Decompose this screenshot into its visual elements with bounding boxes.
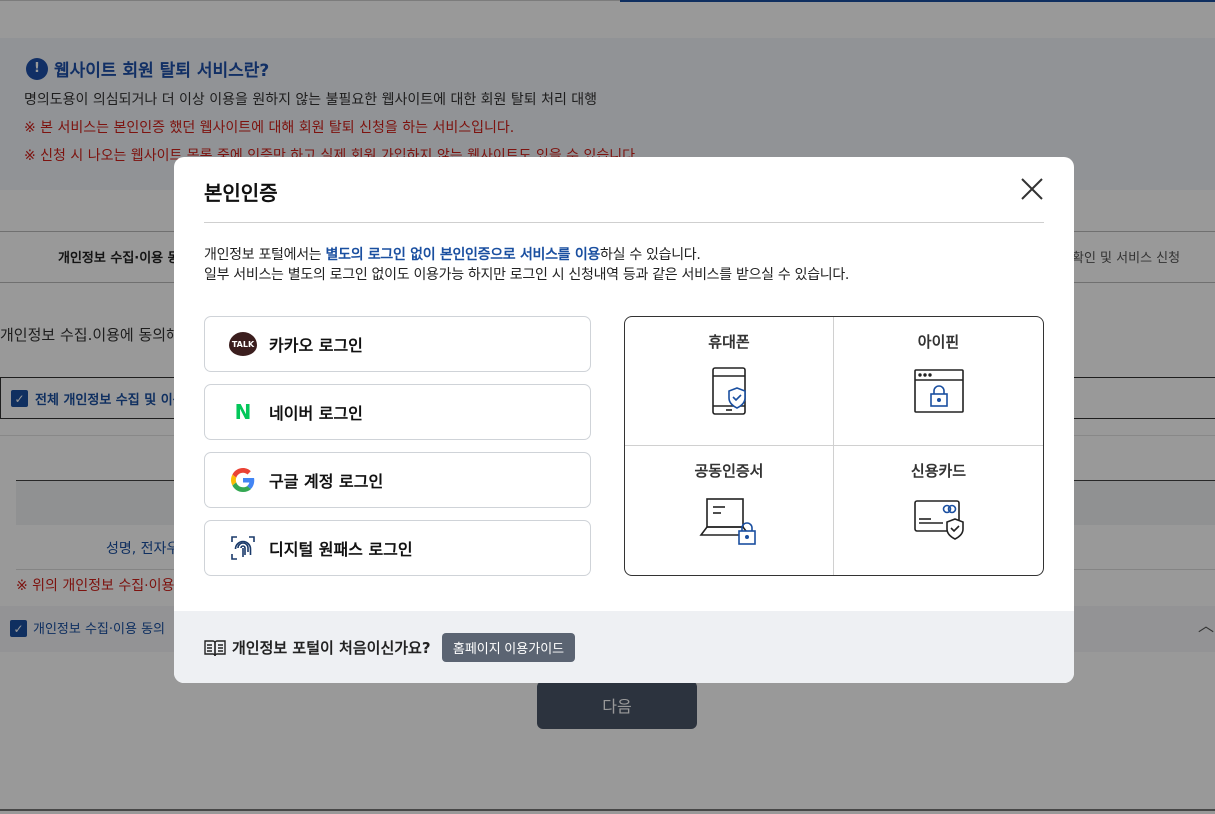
kakao-talk-icon: TALK (229, 332, 257, 356)
desc1-suffix: 하실 수 있습니다. (600, 247, 701, 263)
desc1-prefix: 개인정보 포털에서는 (204, 247, 326, 263)
auth-mobile-phone[interactable]: 휴대폰 (625, 317, 834, 446)
desc1-highlight: 별도의 로그인 없이 본인인증으로 서비스를 이용 (325, 247, 601, 263)
kakao-login-button[interactable]: TALK 카카오 로그인 (204, 316, 591, 372)
auth-method-grid: 휴대폰 아이핀 공동인증서 신용카드 (624, 316, 1044, 576)
auth-ipin-label: 아이핀 (917, 333, 960, 351)
auth-credit-card[interactable]: 신용카드 (834, 446, 1043, 575)
digital-onepass-login-label: 디지털 원패스 로그인 (269, 540, 413, 559)
footer-question: 개인정보 포털이 처음이신가요? (232, 639, 431, 657)
google-login-button[interactable]: 구글 계정 로그인 (204, 452, 591, 508)
auth-joint-certificate-label: 공동인증서 (694, 462, 764, 480)
kakao-login-label: 카카오 로그인 (269, 336, 363, 355)
auth-credit-card-label: 신용카드 (910, 462, 967, 480)
fingerprint-icon (229, 535, 257, 561)
auth-mobile-phone-label: 휴대폰 (708, 333, 750, 351)
naver-login-button[interactable]: N 네이버 로그인 (204, 384, 591, 440)
google-login-label: 구글 계정 로그인 (269, 472, 384, 491)
certificate-laptop-lock-icon (699, 498, 756, 545)
auth-ipin[interactable]: 아이핀 (834, 317, 1043, 446)
close-button[interactable] (1016, 173, 1048, 205)
book-icon (204, 640, 226, 657)
modal-title: 본인인증 (204, 181, 278, 205)
digital-onepass-login-button[interactable]: 디지털 원패스 로그인 (204, 520, 591, 576)
modal-description-1: 개인정보 포털에서는 별도의 로그인 없이 본인인증으로 서비스를 이용하실 수… (204, 244, 701, 264)
auth-joint-certificate[interactable]: 공동인증서 (625, 446, 834, 575)
ipin-browser-lock-icon (913, 369, 964, 413)
close-icon (1021, 178, 1043, 200)
naver-login-label: 네이버 로그인 (269, 404, 363, 423)
identity-verification-modal: 본인인증 개인정보 포털에서는 별도의 로그인 없이 본인인증으로 서비스를 이… (174, 157, 1074, 683)
mobile-phone-shield-icon (712, 367, 746, 415)
credit-card-shield-icon (913, 500, 964, 540)
modal-divider (204, 222, 1044, 223)
homepage-guide-button[interactable]: 홈페이지 이용가이드 (442, 633, 575, 662)
naver-icon: N (234, 400, 252, 424)
modal-description-2: 일부 서비스는 별도의 로그인 없이도 이용가능 하지만 로그인 시 신청내역 … (204, 267, 850, 283)
google-icon (229, 468, 257, 492)
